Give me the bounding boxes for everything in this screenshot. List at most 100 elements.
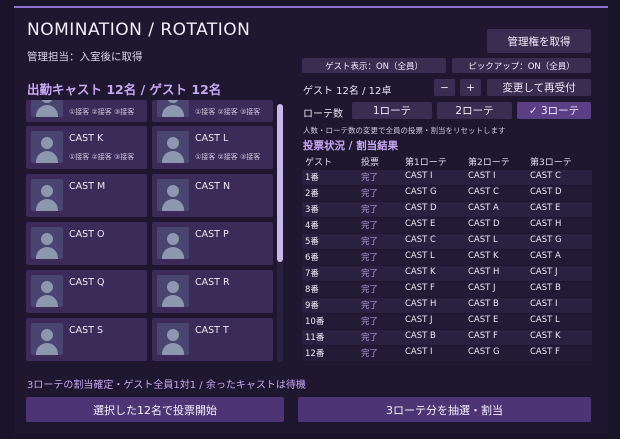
table-cell: CAST D [405, 203, 437, 213]
table-cell: CAST G [405, 187, 437, 197]
table-cell: CAST G [530, 235, 562, 245]
rotation-1-button[interactable]: 1ローテ [352, 102, 432, 119]
table-cell: CAST J [468, 283, 496, 293]
table-cell: 完了 [361, 317, 379, 327]
table-cell: CAST I [405, 347, 433, 357]
table-cell: CAST J [405, 315, 433, 325]
table-cell: CAST D [530, 187, 562, 197]
cast-card[interactable]: CAST M [26, 174, 147, 217]
cast-card[interactable]: CAST T [152, 318, 273, 361]
cast-card[interactable]: CAST K ①接客 ②接客 ③接客 [26, 126, 147, 169]
cast-card[interactable]: CAST S [26, 318, 147, 361]
table-cell: CAST L [530, 315, 560, 325]
start-vote-button[interactable]: 選択した12名で投票開始 [26, 397, 284, 422]
table-cell: 完了 [361, 349, 379, 359]
cast-card[interactable]: ①接客 ②接客 ③接客 [152, 100, 273, 122]
table-row: 9番 完了 CAST H CAST B CAST I [302, 298, 592, 313]
table-row: 7番 完了 CAST K CAST H CAST J [302, 266, 592, 281]
cast-card[interactable]: CAST P [152, 222, 273, 265]
avatar-icon [157, 323, 189, 355]
table-cell: 1番 [305, 173, 319, 183]
table-cell: 完了 [361, 237, 379, 247]
table-cell: 9番 [305, 301, 319, 311]
avatar-icon [157, 100, 189, 117]
avatar-icon [31, 275, 63, 307]
avatar-icon [157, 275, 189, 307]
cast-name: CAST K [69, 133, 104, 144]
cast-card[interactable]: CAST L ①接客 ②接客 ③接客 [152, 126, 273, 169]
cast-grid: ①接客 ②接客 ③接客 ①接客 ②接客 ③接客 CAST K ①接客 ②接客 ③… [26, 100, 284, 366]
rotation-3-button[interactable]: ✓ 3ローテ [517, 102, 591, 119]
table-cell: 完了 [361, 189, 379, 199]
table-cell: 2番 [305, 189, 319, 199]
cast-name: CAST R [195, 277, 230, 288]
column-header-rot2: 第2ローテ [468, 158, 510, 168]
avatar-icon [157, 227, 189, 259]
pickup-toggle[interactable]: ピックアップ：ON（全員） [452, 58, 591, 73]
cast-tags: ①接客 ②接客 ③接客 [69, 108, 135, 116]
avatar-icon [31, 323, 63, 355]
draw-assign-button[interactable]: 3ローテ分を抽選・割当 [298, 397, 591, 422]
avatar-icon [31, 131, 63, 163]
table-cell: 完了 [361, 253, 379, 263]
table-cell: CAST E [530, 203, 561, 213]
table-cell: CAST C [405, 235, 436, 245]
table-cell: 5番 [305, 237, 319, 247]
table-cell: CAST E [405, 219, 436, 229]
table-cell: 完了 [361, 173, 379, 183]
table-cell: 完了 [361, 301, 379, 311]
take-admin-button[interactable]: 管理権を取得 [487, 29, 591, 53]
table-row: 4番 完了 CAST E CAST D CAST H [302, 218, 592, 233]
table-cell: CAST A [530, 251, 561, 261]
cast-name: CAST S [69, 325, 104, 336]
cast-name: CAST L [195, 133, 229, 144]
table-cell: 完了 [361, 285, 379, 295]
reset-note: 人数・ローテ数の変更で全員の投票・割当をリセットします [303, 126, 506, 135]
table-cell: 6番 [305, 253, 319, 263]
guest-display-toggle[interactable]: ゲスト表示：ON（全員） [302, 58, 446, 73]
table-cell: CAST F [468, 331, 498, 341]
table-cell: CAST L [468, 235, 498, 245]
table-cell: CAST B [530, 283, 561, 293]
table-cell: CAST I [405, 171, 433, 181]
assignment-note: 3ローテの割当確定・ゲスト全員1対1 / 余ったキャストは待機 [27, 380, 306, 391]
table-cell: CAST L [405, 251, 435, 261]
cast-card[interactable]: CAST Q [26, 270, 147, 313]
cast-card[interactable]: CAST R [152, 270, 273, 313]
avatar-icon [157, 179, 189, 211]
cast-tags: ①接客 ②接客 ③接客 [195, 108, 261, 116]
cast-section-title: 出勤キャスト 12名 / ゲスト 12名 [27, 82, 222, 97]
table-cell: CAST B [405, 331, 436, 341]
table-cell: CAST G [468, 347, 500, 357]
reaccept-button[interactable]: 変更して再受付 [487, 79, 591, 96]
rotation-2-button[interactable]: 2ローテ [437, 102, 512, 119]
column-header-rot1: 第1ローテ [405, 158, 447, 168]
table-cell: 完了 [361, 269, 379, 279]
table-cell: CAST I [530, 299, 558, 309]
table-cell: CAST K [468, 251, 499, 261]
cast-name: CAST P [195, 229, 229, 240]
table-cell: CAST C [530, 171, 561, 181]
table-cell: 8番 [305, 285, 319, 295]
cast-card[interactable]: CAST N [152, 174, 273, 217]
avatar-icon [31, 100, 63, 117]
table-cell: CAST J [530, 267, 558, 277]
decrement-button[interactable]: − [434, 79, 455, 96]
cast-card[interactable]: ①接客 ②接客 ③接客 [26, 100, 147, 122]
table-row: 5番 完了 CAST C CAST L CAST G [302, 234, 592, 249]
table-cell: 3番 [305, 205, 319, 215]
table-row: 2番 完了 CAST G CAST C CAST D [302, 186, 592, 201]
table-cell: CAST A [468, 203, 499, 213]
table-cell: CAST D [468, 219, 500, 229]
table-cell: CAST H [405, 299, 437, 309]
table-cell: CAST F [530, 347, 560, 357]
cast-name: CAST M [69, 181, 106, 192]
increment-button[interactable]: + [460, 79, 481, 96]
cast-card[interactable]: CAST O [26, 222, 147, 265]
table-cell: CAST B [468, 299, 499, 309]
table-cell: CAST E [468, 315, 499, 325]
table-cell: 完了 [361, 205, 379, 215]
guest-table-count: ゲスト 12名 / 12卓 [303, 86, 392, 97]
table-cell: CAST C [468, 187, 499, 197]
table-cell: CAST K [530, 331, 561, 341]
